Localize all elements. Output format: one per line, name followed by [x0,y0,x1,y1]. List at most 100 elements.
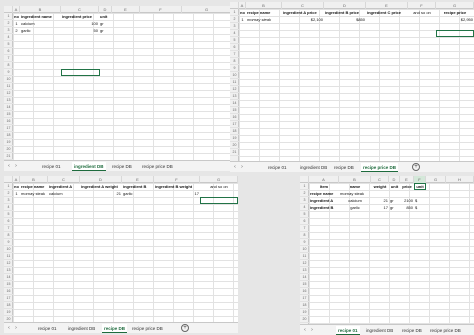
row-number[interactable]: 13 [4,97,13,104]
row-number[interactable]: 18 [4,302,13,309]
tab-ingredient-db[interactable]: ingredient DB [298,163,329,172]
header-cell[interactable]: recipe name [20,183,48,190]
col-letter[interactable]: B [339,176,371,183]
header-cell[interactable]: and so on [200,183,238,190]
row-number[interactable]: 2 [4,190,13,197]
row-number[interactable]: 8 [230,58,239,65]
col-letter[interactable]: A [309,176,339,183]
table-cell[interactable]: 17 [154,190,200,197]
row-number[interactable]: 5 [300,211,309,218]
row-number[interactable]: 1 [4,183,13,190]
row-number[interactable]: 12 [4,90,13,97]
row-number[interactable]: 15 [230,107,239,114]
col-letter[interactable]: G [200,176,238,183]
row-number[interactable]: 19 [300,309,309,316]
table-cell[interactable]: garlic [122,190,154,197]
tab-recipe-db[interactable]: recipe DB [332,163,356,172]
col-letter[interactable]: C [282,2,324,9]
row-number[interactable]: 13 [4,267,13,274]
row-number[interactable]: 14 [300,274,309,281]
col-letter[interactable]: F [408,2,436,9]
col-letter[interactable]: E [112,6,140,13]
row-number[interactable]: 18 [230,128,239,135]
tab-recipe-01[interactable]: recipe 01 [40,162,63,171]
table-cell[interactable]: calcium [339,197,371,204]
row-number[interactable]: 11 [300,253,309,260]
table-cell[interactable]: $850 [324,16,366,23]
col-letter[interactable]: E [366,2,408,9]
row-number[interactable]: 2 [230,16,239,23]
next-sheet-icon[interactable]: › [239,163,245,172]
col-letter[interactable]: D [80,176,122,183]
tab-recipe-price-db[interactable]: recipe price DB [140,162,175,171]
row-number[interactable]: 2 [4,20,13,27]
row-number[interactable]: 11 [4,253,13,260]
tab-recipe-01[interactable]: recipe 01 [336,326,360,335]
header-cell[interactable]: ingredient B price [324,9,366,16]
row-number[interactable]: 17 [300,295,309,302]
table-cell[interactable] [408,16,436,23]
header-cell[interactable]: unit [99,13,112,20]
row-number[interactable]: 7 [4,225,13,232]
row-number[interactable]: 6 [230,44,239,51]
row-number[interactable]: 17 [4,295,13,302]
row-number[interactable]: 14 [230,100,239,107]
row-number[interactable]: 19 [4,139,13,146]
header-cell[interactable]: ingredient name [20,13,61,20]
table-cell[interactable]: calcium [48,190,80,197]
row-number[interactable]: 2 [300,190,309,197]
row-number[interactable]: 10 [300,246,309,253]
table-cell[interactable]: $2,100 [282,16,324,23]
header-cell[interactable]: Item [309,183,339,190]
row-number[interactable]: 9 [230,65,239,72]
header-cell[interactable]: ingredient B weight [154,183,200,190]
header-cell[interactable]: unit [389,183,400,190]
col-letter[interactable]: A [13,6,20,13]
header-cell[interactable]: no [13,183,20,190]
table-cell[interactable]: garlic [20,27,61,34]
row-number[interactable]: 21 [4,153,13,160]
prev-sheet-icon[interactable]: ‹ [232,163,238,172]
row-number[interactable]: 4 [4,34,13,41]
table-cell[interactable]: 1 [13,190,20,197]
row-number[interactable]: 5 [230,37,239,44]
tab-recipe-db[interactable]: recipe DB [110,162,134,171]
row-number[interactable]: 19 [4,309,13,316]
col-letter[interactable]: H [446,176,474,183]
row-number[interactable]: 13 [230,93,239,100]
row-number[interactable]: 17 [230,121,239,128]
table-cell[interactable]: 850 [400,204,414,211]
table-cell[interactable]: 2 [13,27,20,34]
row-number[interactable]: 4 [300,204,309,211]
header-cell[interactable]: ingredient C price [366,9,408,16]
row-number[interactable]: 20 [230,142,239,149]
col-letter[interactable]: G [436,2,474,9]
row-number[interactable]: 8 [4,232,13,239]
header-cell[interactable]: name [339,183,371,190]
tab-recipe-db[interactable]: recipe DB [102,324,128,333]
row-number[interactable]: 20 [4,146,13,153]
row-number[interactable]: 16 [4,118,13,125]
table-cell[interactable]: gr [389,197,400,204]
row-number[interactable]: 15 [4,111,13,118]
table-cell[interactable]: 1 [239,16,246,23]
col-letter[interactable]: B [20,176,48,183]
table-cell[interactable]: ingredient B [309,204,339,211]
table-cell[interactable]: garlic [339,204,371,211]
row-number[interactable]: 3 [300,197,309,204]
table-cell[interactable]: 21 [80,190,122,197]
row-number[interactable]: 5 [4,211,13,218]
row-number[interactable]: 9 [300,239,309,246]
header-cell[interactable]: price [400,183,414,190]
tab-recipe-01[interactable]: recipe 01 [266,163,289,172]
next-sheet-icon[interactable]: › [13,324,19,333]
tab-recipe-price-db[interactable]: recipe price DB [428,326,463,335]
row-number[interactable]: 9 [4,239,13,246]
col-letter[interactable]: F [140,6,182,13]
col-letter[interactable]: C [48,176,80,183]
row-number[interactable]: 6 [4,218,13,225]
row-number[interactable]: 1 [4,13,13,20]
col-letter[interactable]: F [154,176,200,183]
table-cell[interactable]: $2,950 [436,16,474,23]
col-letter[interactable]: C [371,176,389,183]
